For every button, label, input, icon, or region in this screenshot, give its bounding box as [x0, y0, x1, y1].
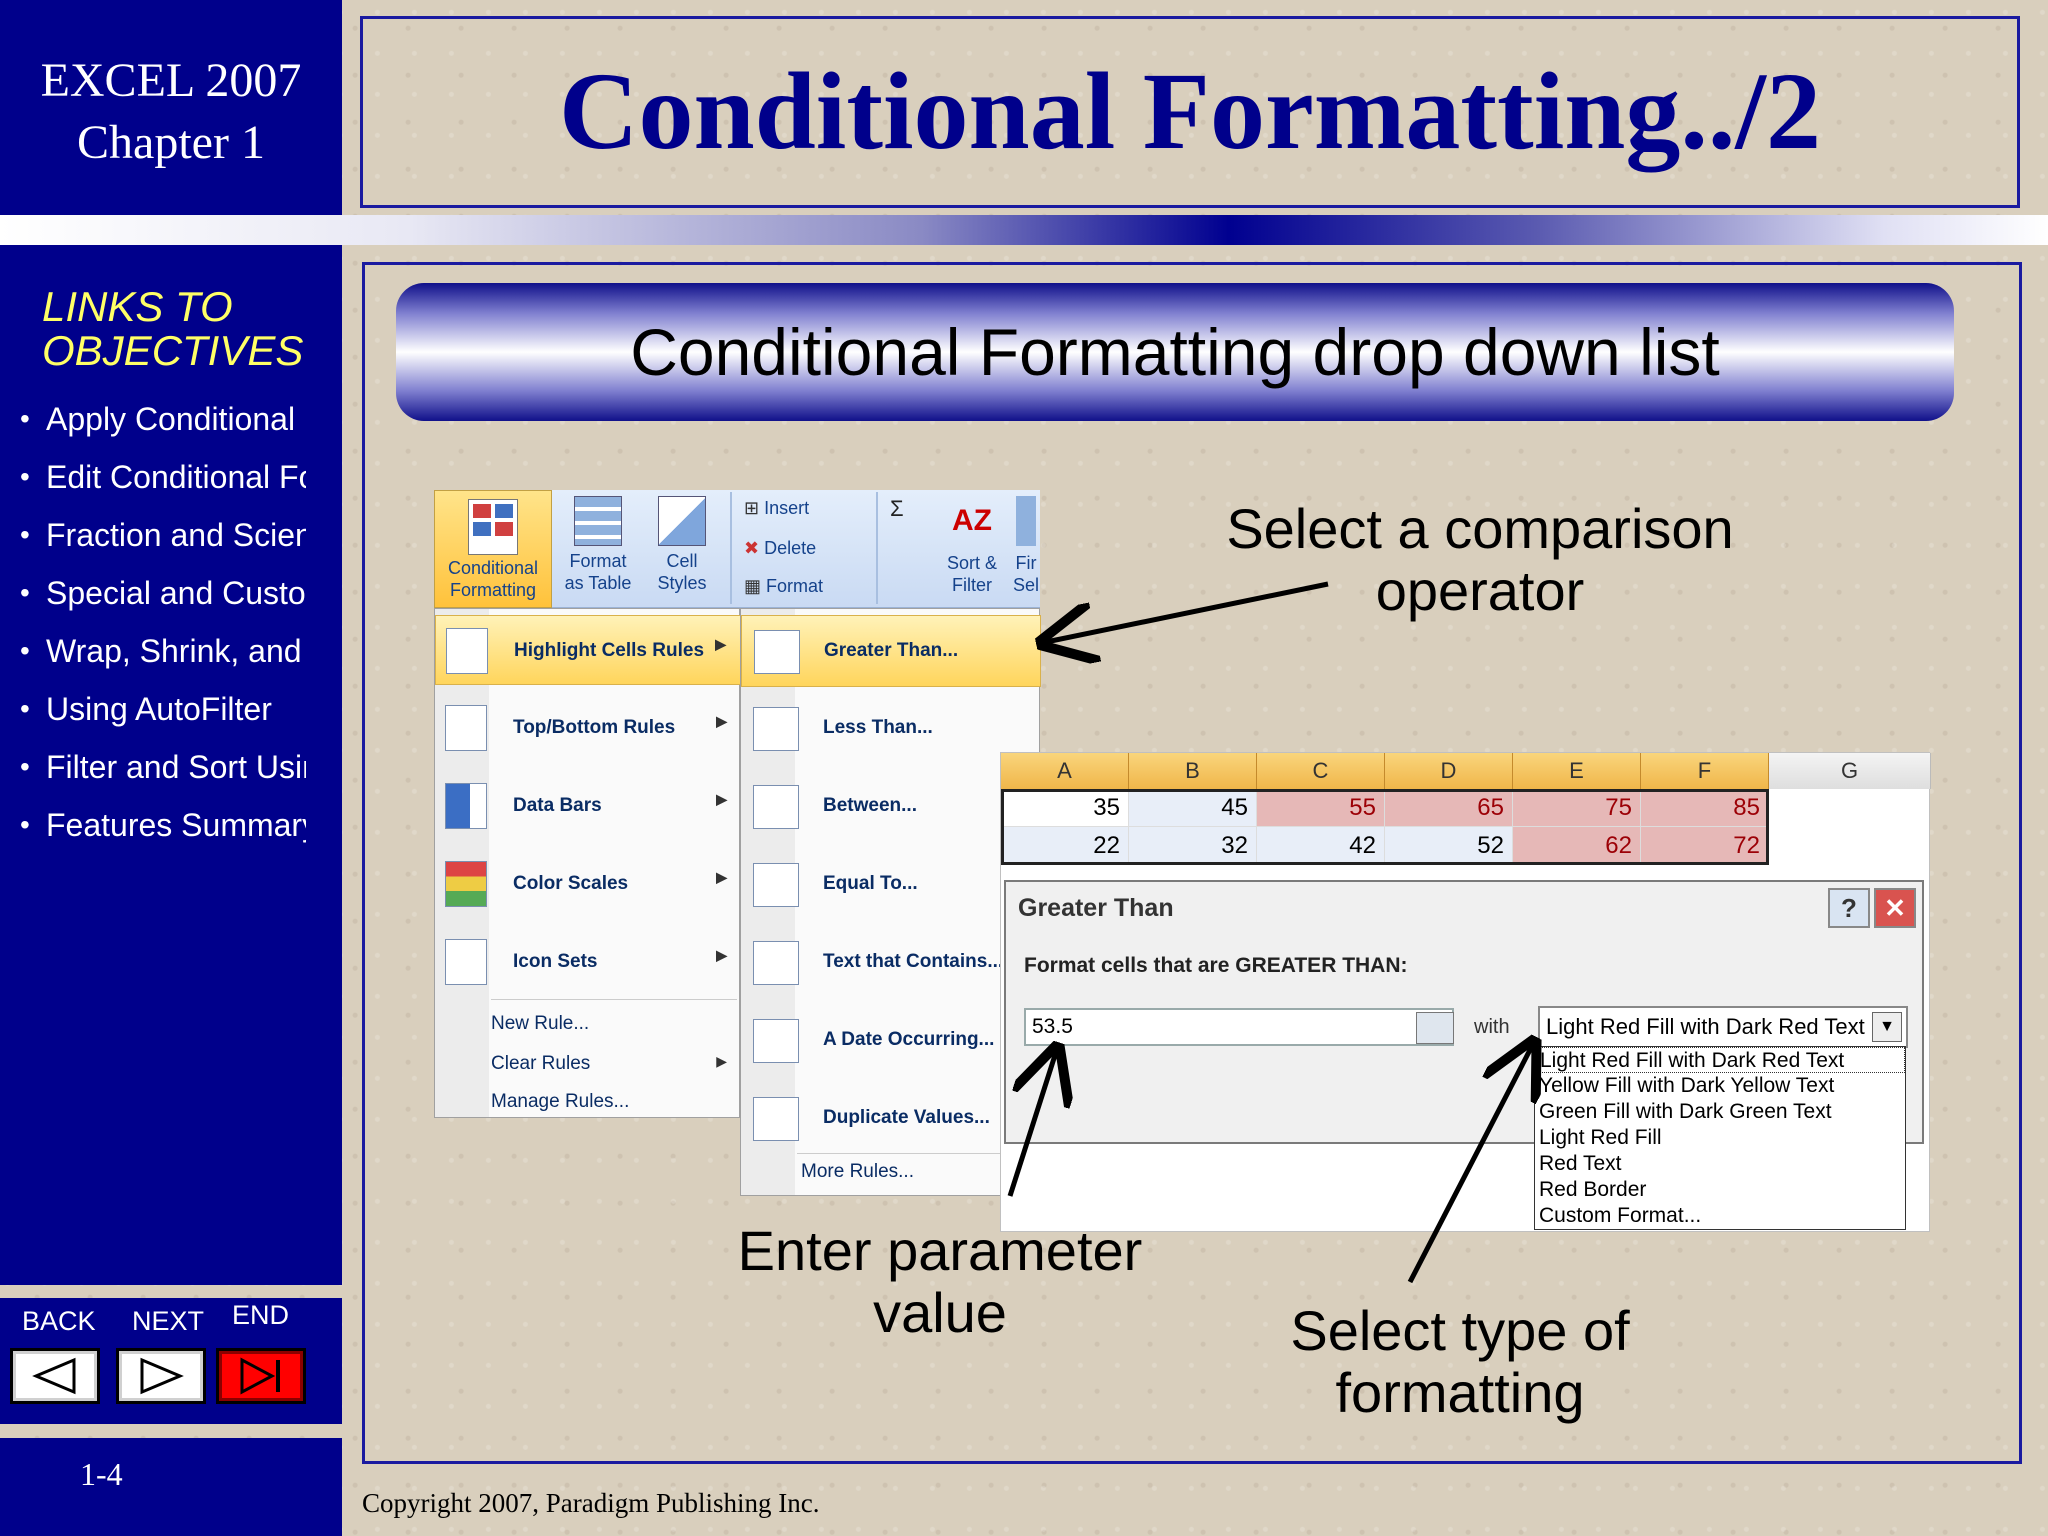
- arrow-to-greater-than: [1046, 581, 1329, 642]
- arrow-to-value-input: [1007, 1052, 1056, 1197]
- callout-arrows: [1007, 581, 2048, 1284]
- copyright: Copyright 2007, Paradigm Publishing Inc.: [362, 1488, 820, 1518]
- arrow-to-format-list: [1407, 1046, 1532, 1284]
